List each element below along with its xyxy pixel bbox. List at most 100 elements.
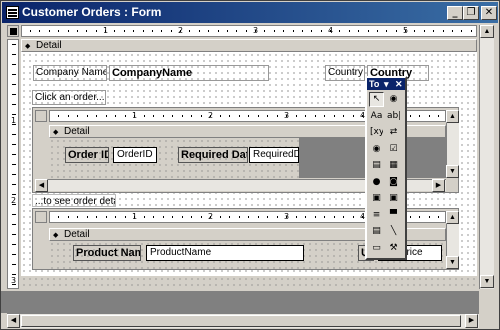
- ruler-tick: [12, 84, 16, 85]
- product-name-field[interactable]: ProductName: [146, 245, 304, 261]
- ruler-tick: [181, 216, 183, 218]
- option-button-icon[interactable]: ◉: [369, 141, 384, 157]
- tab-control-icon[interactable]: ▀: [386, 207, 401, 223]
- ruler-tick: [295, 216, 297, 218]
- combo-box-icon[interactable]: ▤: [369, 158, 384, 173]
- ruler-tick: [409, 115, 411, 117]
- details-scroll-up-icon[interactable]: ▲: [446, 211, 459, 224]
- ruler-tick: [257, 216, 259, 218]
- minimize-button[interactable]: _: [447, 6, 463, 20]
- toolbox-dropdown-icon[interactable]: ▾: [384, 78, 389, 90]
- scroll-right-arrow-icon[interactable]: ▶: [432, 179, 445, 192]
- rectangle-icon[interactable]: ▭: [369, 240, 384, 256]
- toggle-button-icon[interactable]: ⇄: [386, 125, 401, 140]
- toolbox-palette[interactable]: To ▾ ✕ ↖◉Aaab|[xyz]⇄◉☑▤▦●◙▣▣≡▀▤╲▭⚒: [365, 76, 407, 260]
- toolbox-titlebar[interactable]: To ▾ ✕: [367, 78, 405, 90]
- close-button[interactable]: ✕: [481, 6, 497, 20]
- ruler-tick: [264, 30, 266, 32]
- order-id-field[interactable]: OrderID: [113, 147, 157, 163]
- ruler-tick: [12, 184, 16, 185]
- main-scroll-thumb[interactable]: [21, 315, 461, 327]
- more-controls-icon[interactable]: ⚒: [386, 240, 401, 256]
- scroll-left-arrow-icon[interactable]: ◀: [35, 179, 48, 192]
- title-bar[interactable]: Customer Orders : Form _ ❐ ✕: [2, 2, 498, 23]
- ruler-tick: [295, 115, 297, 117]
- window-title: Customer Orders : Form: [22, 5, 162, 19]
- option-group-icon[interactable]: [xyz]: [369, 125, 384, 140]
- label-icon[interactable]: Aa: [369, 108, 384, 124]
- ruler-tick: [311, 30, 313, 32]
- restore-button[interactable]: ❐: [463, 6, 479, 20]
- ruler-tick: [12, 114, 16, 115]
- ruler-tick: [191, 115, 192, 117]
- product-name-label[interactable]: Product Name: [73, 245, 141, 261]
- ruler-number: 3: [11, 276, 17, 285]
- ruler-tick: [324, 115, 325, 117]
- ruler-tick: [105, 115, 107, 117]
- ruler-tick: [96, 216, 97, 218]
- detail-section-header[interactable]: Detail: [21, 39, 477, 52]
- main-scroll-up-icon[interactable]: ▲: [480, 25, 494, 38]
- company-name-field[interactable]: CompanyName: [109, 65, 269, 81]
- company-name-label[interactable]: Company Name: [33, 65, 107, 81]
- details-subform-selector[interactable]: [35, 211, 47, 223]
- line-icon[interactable]: ╲: [386, 224, 401, 239]
- text-box-icon[interactable]: ab|: [386, 108, 401, 124]
- ruler-number: 2: [208, 212, 214, 221]
- scroll-up-arrow-icon[interactable]: ▲: [446, 110, 459, 123]
- ruler-tick: [12, 154, 16, 155]
- vertical-ruler: 1 2 3: [7, 39, 19, 289]
- ruler-tick: [12, 264, 16, 265]
- ruler-tick: [133, 30, 135, 32]
- ruler-tick: [12, 214, 16, 215]
- main-horizontal-scrollbar[interactable]: ◀ ▶: [7, 313, 479, 328]
- ruler-tick: [236, 30, 238, 32]
- ruler-tick: [30, 30, 31, 32]
- list-box-icon[interactable]: ▦: [386, 158, 401, 173]
- click-order-label[interactable]: Click an order...: [32, 90, 106, 105]
- see-details-label[interactable]: ...to see order details.: [32, 194, 116, 207]
- subform-icon[interactable]: ▤: [369, 224, 384, 239]
- order-id-label[interactable]: Order ID: [65, 147, 109, 163]
- form-selector[interactable]: [7, 25, 19, 37]
- ruler-tick: [67, 30, 69, 32]
- ruler-tick: [12, 104, 16, 105]
- check-box-icon[interactable]: ☑: [386, 141, 401, 157]
- ruler-tick: [170, 30, 172, 32]
- ruler-tick: [343, 115, 344, 117]
- orders-vertical-scrollbar[interactable]: ▲ ▼: [446, 110, 459, 178]
- details-scroll-down-icon[interactable]: ▼: [446, 256, 459, 269]
- ruler-tick: [12, 174, 16, 175]
- ruler-number: 1: [132, 111, 138, 120]
- ruler-tick: [320, 30, 322, 32]
- ruler-tick: [245, 30, 247, 32]
- toolbox-close-icon[interactable]: ✕: [395, 78, 403, 90]
- orders-subform-selector[interactable]: [35, 110, 47, 122]
- ruler-tick: [348, 30, 350, 32]
- ruler-number: 5: [403, 26, 409, 35]
- command-button-icon[interactable]: ●: [369, 174, 384, 190]
- ruler-tick: [248, 115, 249, 117]
- details-vertical-scrollbar[interactable]: ▲ ▼: [446, 211, 459, 269]
- required-date-field[interactable]: RequiredDat: [249, 147, 299, 163]
- required-date-label[interactable]: Required Date: [178, 147, 248, 163]
- main-vertical-scrollbar[interactable]: ▲ ▼: [479, 25, 494, 289]
- ruler-tick: [124, 115, 126, 117]
- ruler-tick: [301, 30, 303, 32]
- ruler-tick: [238, 216, 240, 218]
- page-break-icon[interactable]: ≡: [369, 207, 384, 223]
- ruler-tick: [367, 30, 369, 32]
- country-label[interactable]: Country: [325, 65, 365, 81]
- unbound-object-frame-icon[interactable]: ▣: [369, 191, 384, 206]
- ruler-tick: [376, 30, 378, 32]
- image-icon[interactable]: ◙: [386, 174, 401, 190]
- select-objects-icon[interactable]: ↖: [369, 92, 384, 107]
- main-scroll-left-icon[interactable]: ◀: [7, 314, 20, 328]
- ruler-number: 2: [11, 196, 17, 205]
- main-scroll-right-icon[interactable]: ▶: [465, 314, 478, 328]
- scroll-down-arrow-icon[interactable]: ▼: [446, 165, 459, 178]
- bound-object-frame-icon[interactable]: ▣: [386, 191, 401, 206]
- main-scroll-down-icon[interactable]: ▼: [480, 275, 494, 288]
- ruler-tick: [151, 30, 153, 32]
- control-wizards-icon[interactable]: ◉: [386, 92, 401, 107]
